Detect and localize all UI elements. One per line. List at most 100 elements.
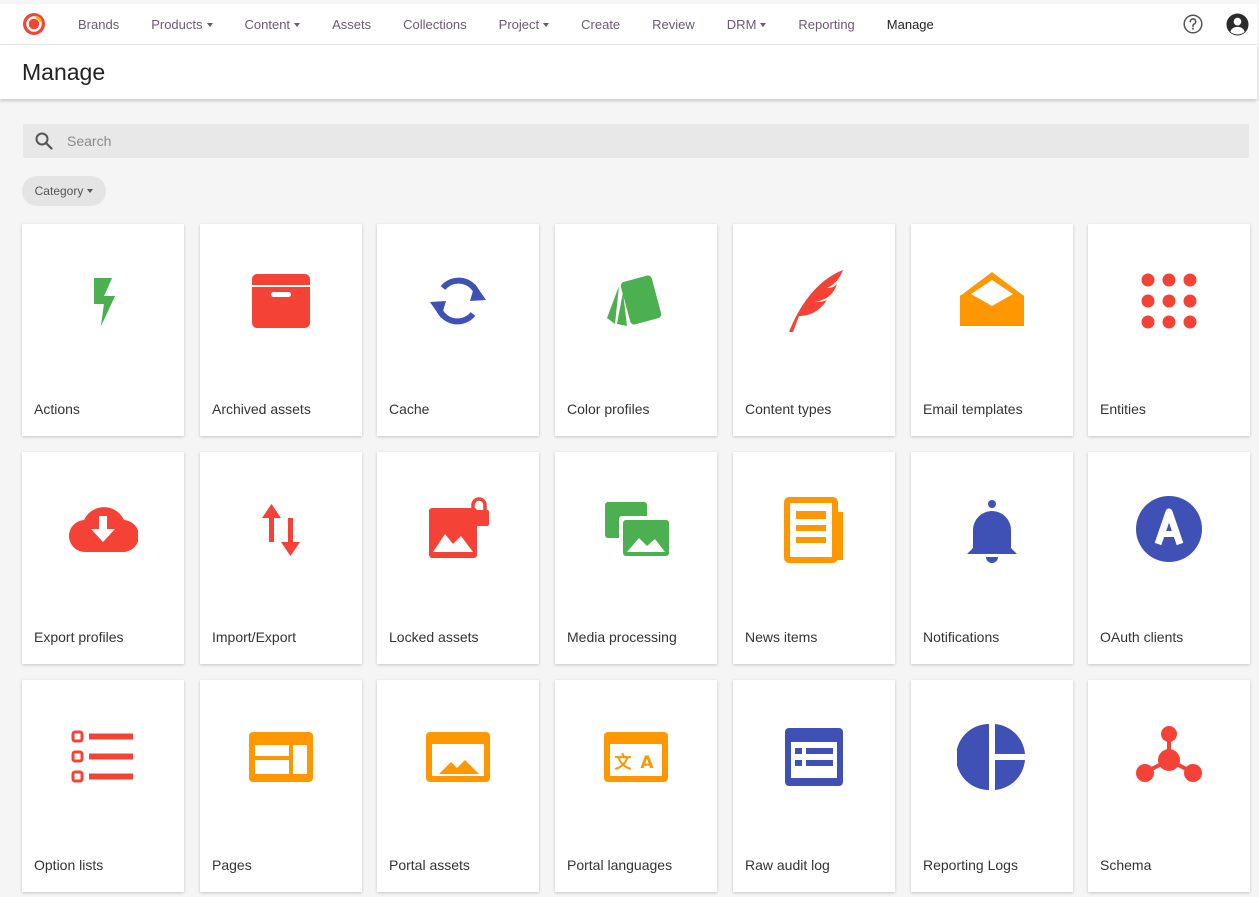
page-title: Manage [22,59,106,85]
nav-item-label: Brands [78,16,120,32]
card-news-items[interactable]: News items [733,452,895,664]
chevron-down-icon [206,23,213,28]
help-icon[interactable] [1183,14,1203,34]
search-icon [35,132,53,150]
card-pages[interactable]: Pages [200,680,362,892]
svg-text:文: 文 [615,752,633,773]
page-layout-icon [249,732,313,782]
card-cache[interactable]: Cache [377,224,539,436]
swatches-icon [607,275,662,326]
card-label: Import/Export [212,629,297,645]
images-icon [605,502,669,556]
nav-item-create[interactable]: Create [581,17,620,32]
card-portal-assets[interactable]: Portal assets [377,680,539,892]
card-entities[interactable]: Entities [1088,224,1250,436]
checklist-icon [71,730,133,783]
card-export-profiles[interactable]: Export profiles [22,452,184,664]
card-label: Cache [389,401,430,417]
nav-item-label: Products [151,16,203,32]
nav-item-label: Review [652,16,695,32]
user-avatar-icon[interactable] [1226,13,1249,36]
bell-icon [967,500,1017,563]
feather-icon [789,270,843,332]
card-label: Entities [1100,401,1146,417]
category-filter-button[interactable]: Category [22,176,106,206]
card-label: Media processing [567,629,677,645]
swap-arrows-icon [262,504,300,556]
nav-item-assets[interactable]: Assets [332,17,371,32]
card-portal-languages[interactable]: 文 A Portal languages [555,680,717,892]
nav-item-collections[interactable]: Collections [403,17,467,32]
card-label: Reporting Logs [923,857,1018,873]
chevron-down-icon [760,23,767,28]
chevron-down-icon [543,23,550,28]
top-navigation: Brands Products Content Assets Collections Pr… [0,4,1257,45]
schema-graph-icon [1136,726,1202,782]
nav-item-label: Assets [332,16,372,32]
card-email-templates[interactable]: Email templates [911,224,1073,436]
card-label: Actions [34,401,80,417]
page-header: Manage [0,45,1257,99]
nav-item-drm[interactable]: DRM [727,17,767,32]
card-label: Schema [1100,857,1152,873]
card-label: Pages [212,857,252,873]
card-label: Email templates [923,401,1023,417]
card-locked-assets[interactable]: Locked assets [377,452,539,664]
card-color-profiles[interactable]: Color profiles [555,224,717,436]
svg-text:A: A [640,753,654,773]
grid-dots-icon [1141,273,1197,329]
card-label: Raw audit log [745,857,830,873]
cloud-download-icon [69,507,138,553]
card-archived-assets[interactable]: Archived assets [200,224,362,436]
search-bar [23,124,1249,158]
nav-item-label: Create [581,16,621,32]
pie-chart-icon [957,724,1025,790]
nav-item-label: DRM [726,16,757,32]
log-list-icon [785,728,843,786]
card-actions[interactable]: Actions [22,224,184,436]
nav-menu: Brands Products Content Assets Collections Pr… [78,4,966,44]
nav-item-label: Content [244,16,291,32]
search-input[interactable] [67,124,1237,158]
nav-item-review[interactable]: Review [652,17,695,32]
card-option-lists[interactable]: Option lists [22,680,184,892]
nav-item-label: Project [498,16,540,32]
card-label: Portal languages [567,857,673,873]
nav-item-project[interactable]: Project [498,16,550,32]
nav-item-brands[interactable]: Brands [78,17,119,32]
card-label: Archived assets [212,401,311,417]
oauth-badge-icon [1136,496,1202,562]
card-content-types[interactable]: Content types [733,224,895,436]
newspaper-icon [784,497,843,563]
card-label: OAuth clients [1100,629,1184,645]
card-raw-audit-log[interactable]: Raw audit log [733,680,895,892]
card-label: Option lists [34,857,104,873]
nav-item-label: Collections [403,16,467,32]
card-notifications[interactable]: Notifications [911,452,1073,664]
card-label: Color profiles [567,401,650,417]
card-schema[interactable]: Schema [1088,680,1250,892]
chevron-down-icon [294,23,301,28]
card-reporting-logs[interactable]: Reporting Logs [911,680,1073,892]
portal-image-icon [426,732,490,782]
sync-icon [430,277,486,325]
card-oauth-clients[interactable]: OAuth clients [1088,452,1250,664]
card-label: Portal assets [389,857,470,873]
archive-box-icon [252,274,310,328]
nav-item-content[interactable]: Content [245,17,301,32]
card-label: News items [745,629,818,645]
nav-item-reporting[interactable]: Reporting [798,17,854,32]
lightning-icon [94,278,115,326]
card-label: Content types [745,401,832,417]
logo-icon[interactable] [22,12,46,36]
card-label: Notifications [923,629,1000,645]
nav-item-products[interactable]: Products [151,16,213,32]
card-label: Locked assets [389,629,479,645]
card-import-export[interactable]: Import/Export [200,452,362,664]
card-label: Export profiles [34,629,124,645]
open-envelope-icon [959,272,1025,326]
nav-item-label: Manage [886,16,934,32]
nav-item-manage[interactable]: Manage [887,17,934,32]
category-filter-label: Category [34,184,84,198]
card-media-processing[interactable]: Media processing [555,452,717,664]
